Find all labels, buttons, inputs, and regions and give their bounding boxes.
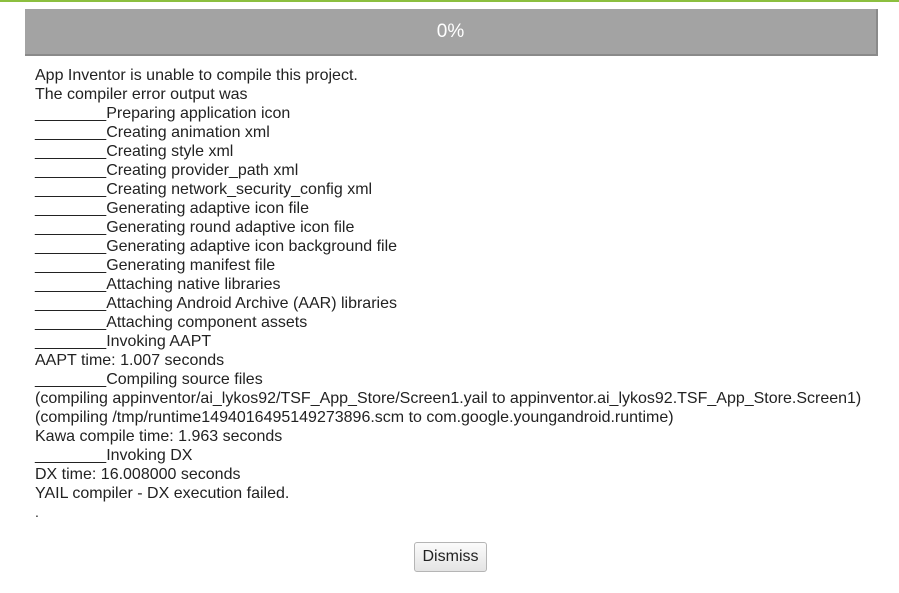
log-line: ________Generating adaptive icon backgro… <box>35 238 398 255</box>
log-line: ________Attaching component assets <box>35 314 308 331</box>
log-line: Kawa compile time: 1.963 seconds <box>35 428 283 445</box>
log-line: ________Preparing application icon <box>35 105 291 122</box>
log-line: The compiler error output was <box>35 86 248 103</box>
log-line: YAIL compiler - DX execution failed. <box>35 485 290 502</box>
log-line: ________Invoking DX <box>35 447 193 464</box>
dismiss-button[interactable]: Dismiss <box>414 542 487 572</box>
log-line: ________Generating adaptive icon file <box>35 200 309 217</box>
log-line: AAPT time: 1.007 seconds <box>35 352 225 369</box>
log-line: App Inventor is unable to compile this p… <box>35 67 358 84</box>
log-line: ________Compiling source files <box>35 371 263 388</box>
log-line: ________Creating animation xml <box>35 124 270 141</box>
log-line: (compiling appinventor/ai_lykos92/TSF_Ap… <box>35 390 862 407</box>
log-line: ________Invoking AAPT <box>35 333 212 350</box>
top-accent-line <box>0 0 899 2</box>
log-line: ________Creating network_security_config… <box>35 181 373 198</box>
trailing-mark: . <box>35 504 39 520</box>
log-line: DX time: 16.008000 seconds <box>35 466 241 483</box>
log-line: ________Generating round adaptive icon f… <box>35 219 355 236</box>
compiler-output-log: App Inventor is unable to compile this p… <box>35 66 885 503</box>
log-line: ________Attaching native libraries <box>35 276 281 293</box>
log-line: ________Generating manifest file <box>35 257 276 274</box>
log-line: (compiling /tmp/runtime14940164951492738… <box>35 409 674 426</box>
progress-bar: 0% <box>25 9 878 56</box>
log-line: ________Creating style xml <box>35 143 234 160</box>
log-line: ________Attaching Android Archive (AAR) … <box>35 295 397 312</box>
progress-label: 0% <box>436 20 465 42</box>
log-line: ________Creating provider_path xml <box>35 162 299 179</box>
